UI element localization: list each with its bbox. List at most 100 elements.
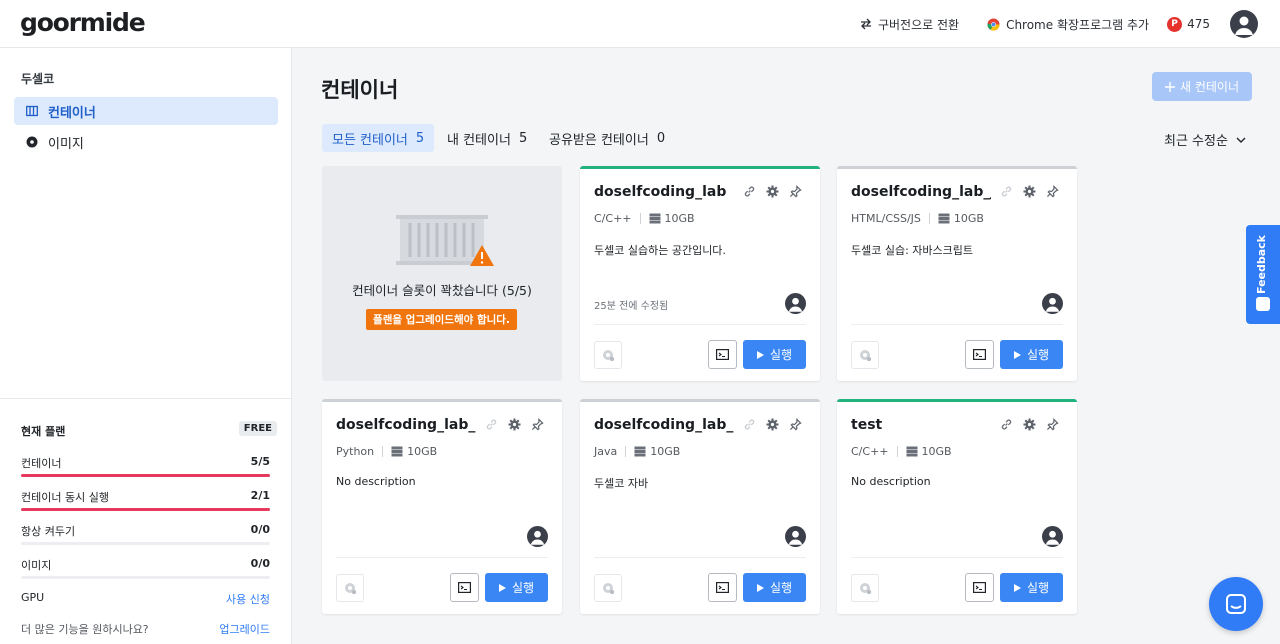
sidebar-item-label: 이미지: [48, 136, 84, 152]
card-divider: [594, 557, 806, 558]
pin-icon[interactable]: [789, 185, 802, 198]
container-card[interactable]: test C/C++ 10GB No description 실행: [837, 399, 1077, 614]
link-icon[interactable]: [1000, 418, 1013, 431]
user-silhouette-icon: [788, 297, 803, 312]
pin-icon[interactable]: [1046, 185, 1059, 198]
card-actions: [485, 418, 544, 431]
tab-my-containers[interactable]: 내 컨테이너 5: [437, 124, 537, 152]
settings-gear-icon[interactable]: [766, 418, 779, 431]
points-value: 475: [1187, 17, 1210, 31]
user-avatar[interactable]: [1230, 10, 1258, 38]
storage-label: 10GB: [664, 212, 695, 225]
card-actions: [743, 418, 802, 431]
pin-icon[interactable]: [531, 418, 544, 431]
run-button[interactable]: 실행: [743, 340, 806, 369]
terminal-icon: [716, 349, 729, 360]
container-card[interactable]: doselfcoding_lab_js HTML/CSS/JS 10GB 두셀코…: [837, 166, 1077, 381]
container-description: No description: [336, 475, 416, 488]
container-status-button[interactable]: [336, 574, 364, 602]
settings-gear-icon[interactable]: [1023, 418, 1036, 431]
tab-label: 모든 컨테이너: [332, 132, 408, 148]
tab-all-containers[interactable]: 모든 컨테이너 5: [322, 124, 435, 152]
link-icon[interactable]: [485, 418, 498, 431]
top-actions: 구버전으로 전환 Chrome 확장프로그램 추가 P 475: [832, 0, 1258, 48]
play-icon: [498, 583, 506, 592]
usage-images: 이미지 0/0: [21, 557, 270, 579]
points-display[interactable]: P 475: [1167, 16, 1210, 32]
terminal-button[interactable]: [708, 573, 737, 602]
top-bar: goormide 구버전으로 전환 Chrome 확장프로그램 추가 P 475: [0, 0, 1280, 48]
new-container-label: 새 컨테이너: [1179, 80, 1239, 94]
container-meta: HTML/CSS/JS 10GB: [851, 212, 984, 225]
feedback-tab[interactable]: Feedback: [1246, 225, 1280, 324]
upgrade-warning-badge[interactable]: 플랜을 업그레이드해야 합니다.: [366, 309, 517, 330]
link-icon[interactable]: [1000, 185, 1013, 198]
terminal-button[interactable]: [965, 340, 994, 369]
owner-avatar: [1042, 293, 1063, 314]
owner-avatar: [785, 293, 806, 314]
terminal-button[interactable]: [450, 573, 479, 602]
upgrade-row: 더 많은 기능을 원하시나요? 업그레이드: [21, 621, 270, 637]
container-status-button[interactable]: [594, 341, 622, 369]
gpu-apply-link[interactable]: 사용 신청: [226, 591, 270, 607]
container-title[interactable]: doselfcoding_lab_...: [336, 417, 476, 433]
storage-icon: [634, 446, 646, 457]
container-title[interactable]: doselfcoding_lab_...: [594, 417, 734, 433]
sort-dropdown[interactable]: 최근 수정순: [1164, 130, 1246, 149]
settings-gear-icon[interactable]: [766, 185, 779, 198]
usage-value: 2/1: [250, 489, 270, 502]
settings-gear-icon[interactable]: [1023, 185, 1036, 198]
run-button[interactable]: 실행: [743, 573, 806, 602]
container-title[interactable]: test: [851, 417, 882, 433]
card-divider: [594, 324, 806, 325]
sidebar-section-title: 두셀코: [21, 72, 55, 86]
terminal-button[interactable]: [965, 573, 994, 602]
play-icon: [1013, 583, 1021, 592]
run-button[interactable]: 실행: [485, 573, 548, 602]
container-status-button[interactable]: [851, 574, 879, 602]
sidebar-item-images[interactable]: 이미지: [14, 128, 278, 156]
container-card[interactable]: doselfcoding_lab C/C++ 10GB 두셀코 실습하는 공간입…: [580, 166, 820, 381]
upgrade-link[interactable]: 업그레이드: [219, 621, 270, 637]
usage-value: 0/0: [250, 557, 270, 570]
container-description: No description: [851, 475, 931, 488]
run-button[interactable]: 실행: [1000, 340, 1063, 369]
meta-divider: [639, 213, 641, 224]
container-status-button[interactable]: [594, 574, 622, 602]
link-icon[interactable]: [743, 185, 756, 198]
container-title[interactable]: doselfcoding_lab: [594, 184, 726, 200]
card-actions: [1000, 418, 1059, 431]
container-meta: C/C++ 10GB: [851, 445, 952, 458]
plan-panel: 현재 플랜 FREE 컨테이너 5/5 컨테이너 동시 실행 2/1 항상 켜두…: [0, 398, 291, 644]
container-card[interactable]: doselfcoding_lab_... Python 10GB No desc…: [322, 399, 562, 614]
pin-icon[interactable]: [1046, 418, 1059, 431]
card-divider: [851, 324, 1063, 325]
terminal-button[interactable]: [708, 340, 737, 369]
chat-launcher-button[interactable]: [1209, 577, 1263, 631]
smile-icon: [1256, 297, 1270, 311]
container-card[interactable]: doselfcoding_lab_... Java 10GB 두셀코 자바 실행: [580, 399, 820, 614]
run-button[interactable]: 실행: [1000, 573, 1063, 602]
link-icon[interactable]: [743, 418, 756, 431]
terminal-icon: [973, 349, 986, 360]
settings-gear-icon[interactable]: [508, 418, 521, 431]
terminal-icon: [973, 582, 986, 593]
usage-bar-fill: [21, 474, 270, 477]
container-status-button[interactable]: [851, 341, 879, 369]
usage-label: 컨테이너 동시 실행: [21, 491, 109, 504]
disabled-gear-icon: [603, 350, 615, 362]
storage-icon: [906, 446, 918, 457]
goormide-logo[interactable]: goormide: [20, 8, 146, 37]
legacy-switch-link[interactable]: 구버전으로 전환: [860, 16, 959, 33]
stack-label: HTML/CSS/JS: [851, 212, 921, 225]
new-container-button[interactable]: 새 컨테이너: [1152, 72, 1252, 101]
run-label: 실행: [511, 581, 535, 595]
point-badge-icon: P: [1167, 16, 1183, 32]
tab-shared-containers[interactable]: 공유받은 컨테이너 0: [539, 124, 675, 152]
pin-icon[interactable]: [789, 418, 802, 431]
tab-label: 공유받은 컨테이너: [549, 132, 649, 148]
storage-label: 10GB: [407, 445, 438, 458]
chrome-extension-link[interactable]: Chrome 확장프로그램 추가: [987, 16, 1149, 33]
sidebar-item-containers[interactable]: 컨테이너: [14, 97, 278, 125]
container-title[interactable]: doselfcoding_lab_js: [851, 184, 991, 200]
